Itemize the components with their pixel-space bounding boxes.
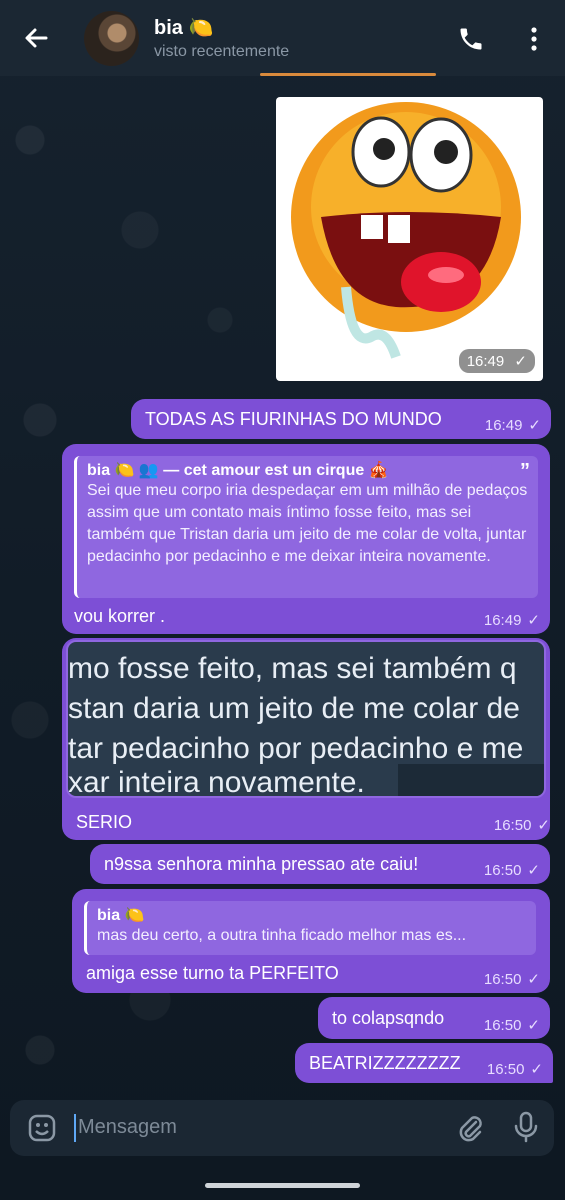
header-accent-bar	[260, 73, 436, 76]
screenshot-text-line: tar pedacinho por pedacinho e me	[68, 732, 524, 765]
outgoing-message[interactable]: BEATRIZZZZZZZZ 16:50 ✓	[295, 1043, 553, 1083]
message-text: SERIO	[76, 812, 133, 832]
message-text: n9ssa senhora minha pressao ate caiu!	[104, 854, 419, 874]
message-time: 16:49 ✓	[458, 349, 535, 373]
phone-icon[interactable]	[457, 25, 485, 53]
message-time: 16:50 ✓	[483, 971, 540, 988]
message-time: 16:50 ✓	[483, 862, 540, 879]
message-time: 16:50 ✓	[486, 1061, 543, 1078]
microphone-icon[interactable]	[510, 1110, 542, 1144]
message-text: vou korrer .	[74, 606, 166, 626]
quote-icon: ”	[520, 460, 530, 482]
message-time: 16:49 ✓	[484, 417, 541, 434]
emoji-sticker-image	[291, 102, 521, 359]
quoted-reply[interactable]: bia 🍋 👥 — cet amour est un cirque 🎪 Sei …	[74, 456, 538, 598]
screenshot-image[interactable]: mo fosse feito, mas sei também q stan da…	[66, 640, 546, 798]
outgoing-message[interactable]: n9ssa senhora minha pressao ate caiu! 16…	[90, 844, 550, 884]
check-icon: ✓	[530, 1061, 543, 1078]
emoji-icon[interactable]	[26, 1112, 58, 1144]
time-text: 16:49	[466, 353, 505, 370]
avatar[interactable]	[84, 11, 139, 66]
message-input[interactable]: Mensagem	[78, 1116, 177, 1139]
quoted-author: bia 🍋	[97, 907, 145, 924]
outgoing-message[interactable]: to colapsqndo 16:50 ✓	[318, 997, 550, 1039]
message-time: 16:50 ✓	[483, 1017, 540, 1034]
message-text: BEATRIZZZZZZZZ	[309, 1053, 461, 1073]
check-icon: ✓	[527, 1017, 540, 1034]
outgoing-reply-message[interactable]: bia 🍋 mas deu certo, a outra tinha ficad…	[72, 889, 550, 993]
quoted-text: mas deu certo, a outra tinha ficado melh…	[97, 927, 467, 944]
outgoing-reply-message[interactable]: bia 🍋 👥 — cet amour est un cirque 🎪 Sei …	[62, 444, 550, 634]
outgoing-message[interactable]: TODAS AS FIURINHAS DO MUNDO 16:49 ✓	[131, 399, 551, 439]
last-seen-status: visto recentemente	[154, 43, 290, 60]
attach-icon[interactable]	[454, 1112, 486, 1144]
quoted-text: Sei que meu corpo iria despedaçar em um …	[87, 482, 528, 565]
check-icon: ✓	[528, 417, 541, 434]
message-time: 16:50 ✓	[493, 817, 550, 834]
check-icon: ✓	[527, 971, 540, 988]
screenshot-text-line: xar inteira novamente.	[68, 766, 365, 798]
message-text: TODAS AS FIURINHAS DO MUNDO	[145, 409, 442, 429]
check-icon: ✓	[514, 353, 527, 370]
check-icon: ✓	[527, 612, 540, 629]
quoted-reply[interactable]: bia 🍋 mas deu certo, a outra tinha ficad…	[84, 901, 536, 955]
screenshot-text-line: mo fosse feito, mas sei também q	[68, 652, 517, 685]
text-cursor	[74, 1114, 76, 1142]
more-vertical-icon[interactable]	[524, 24, 544, 54]
sticker-message[interactable]: 16:49 ✓	[276, 97, 543, 381]
message-text: to colapsqndo	[332, 1008, 445, 1028]
check-icon: ✓	[537, 817, 550, 834]
screenshot-text-line: stan daria um jeito de me colar de	[68, 692, 520, 725]
chat-title[interactable]: bia 🍋	[154, 15, 213, 40]
screenshot-redaction	[398, 764, 544, 796]
back-arrow-icon[interactable]	[20, 22, 52, 54]
quoted-author: bia 🍋 👥 — cet amour est un cirque 🎪	[87, 462, 389, 479]
chat-header: bia 🍋 visto recentemente	[0, 0, 565, 76]
message-text: amiga esse turno ta PERFEITO	[86, 963, 339, 983]
home-indicator[interactable]	[205, 1183, 360, 1188]
message-time: 16:49 ✓	[483, 612, 540, 629]
check-icon: ✓	[527, 862, 540, 879]
